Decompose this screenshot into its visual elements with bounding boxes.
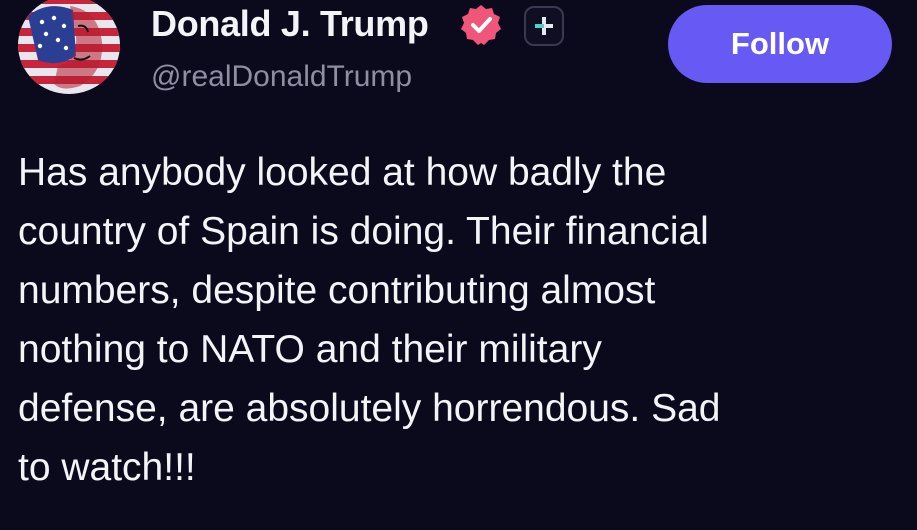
post-text-line: Has anybody looked at how badly the [18,151,667,194]
post-text-line: nothing to NATO and their military [18,328,602,371]
avatar[interactable] [18,0,120,94]
post-text-line: defense, are absolutely horrendous. Sad [18,387,721,430]
post-text-line: numbers, despite contributing almost [18,269,656,312]
author-handle[interactable]: @realDonaldTrump [151,60,412,94]
follow-button[interactable]: Follow [668,5,892,83]
avatar-image [18,0,120,94]
author-name[interactable]: Donald J. Trump [151,4,429,44]
post-text-line: to watch!!! [18,446,196,489]
post-text-line: country of Spain is doing. Their financi… [18,210,709,253]
post-card: Donald J. Trump @realDonaldTrump Follow … [0,0,917,530]
post-text: Has anybody looked at how badly the coun… [18,143,898,497]
verified-badge-icon [459,3,503,47]
plus-badge-icon[interactable] [524,6,564,46]
